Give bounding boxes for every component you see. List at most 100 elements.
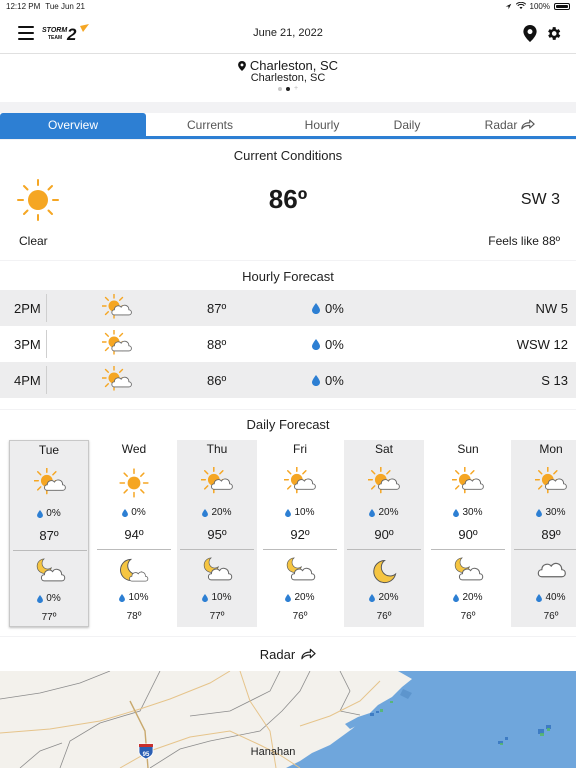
night-precip-value: 10% [128,592,149,603]
radar-label: Radar [259,646,296,662]
rain-drop-icon [202,508,209,517]
daily-day-column[interactable]: Wed 0% 94º 10% 78º [94,440,174,627]
hourly-precip-value: 0% [325,301,344,316]
night-precip-value: 20% [462,592,483,603]
interstate-number: 95 [143,752,150,758]
day-precip-value: 30% [462,507,483,518]
share-arrow-icon [301,648,316,660]
day-precip: 30% [511,507,576,518]
hourly-forecast-title: Hourly Forecast [242,269,334,284]
hourly-time: 3PM [14,337,41,352]
partly-cloudy-icon [33,467,66,503]
battery-icon [554,2,570,10]
day-precip: 10% [260,507,340,518]
hourly-precip-value: 0% [325,337,344,352]
partly-cloudy-icon [101,293,132,327]
day-precip: 0% [10,508,88,519]
sun-icon [118,467,150,502]
partly-cloudy-icon [283,466,316,502]
rain-drop-icon [37,509,44,518]
day-divider [431,549,505,550]
hourly-precip: 0% [312,373,344,388]
day-high-temp: 95º [207,527,227,542]
row-divider [46,366,47,394]
location-secondary-name: Charleston, SC [250,72,326,84]
partly-cloudy-icon [451,466,484,502]
hourly-forecast-panel[interactable]: Hourly Forecast 2PM 87º 0% NW 5 3PM 88º 0% WSW … [0,261,576,409]
day-precip-value: 10% [294,507,315,518]
row-divider [46,330,47,358]
tab-radar[interactable]: Radar [444,113,576,136]
partly-cloudy-icon [200,466,233,502]
hourly-time: 4PM [14,373,41,388]
daily-day-column[interactable]: Sat 20% 90º 20% 76º [344,440,424,627]
day-name: Sat [374,442,393,456]
night-precip-value: 0% [46,593,61,604]
location-primary-name: Charleston, SC [249,58,339,73]
hourly-wind: WSW 12 [516,337,568,352]
day-divider [97,549,171,550]
partly-cloudy-icon [534,466,567,502]
daily-day-column[interactable]: Thu 20% 95º 10% 77º [177,440,257,627]
rain-drop-icon [202,593,209,602]
night-precip: 10% [177,592,257,603]
day-low-temp: 76º [292,611,308,622]
status-day: Tue Jun 21 [45,1,85,11]
hourly-row[interactable]: 4PM 86º 0% S 13 [0,362,576,398]
day-low-temp: 76º [376,611,392,622]
add-location-icon[interactable]: + [294,85,298,92]
day-name: Sun [457,442,479,456]
day-name: Wed [121,442,147,456]
day-high-temp: 87º [39,528,59,543]
hourly-time: 2PM [14,301,41,316]
tab-bar: Overview Currents Hourly Daily Radar [0,113,576,139]
feels-like-text: Feels like 88º [488,234,560,248]
hourly-precip: 0% [312,337,344,352]
day-name: Tue [38,443,60,457]
location-pin-icon[interactable] [523,25,537,42]
daily-day-column[interactable]: Sun 30% 90º 20% 76º [428,440,508,627]
day-divider [180,549,254,550]
night-precip: 20% [428,592,508,603]
tab-label: Currents [186,117,233,132]
row-divider [46,294,47,322]
current-conditions-title: Current Conditions [233,148,343,163]
partly-cloudy-night-icon [201,555,233,590]
day-divider [514,549,576,550]
page-indicator[interactable]: + [0,85,576,92]
day-precip: 0% [94,507,174,518]
settings-gear-icon[interactable] [545,25,562,42]
day-divider [263,549,337,550]
day-precip: 20% [344,507,424,518]
night-precip: 20% [260,592,340,603]
partly-cloudy-icon [101,329,132,363]
tab-overview[interactable]: Overview [0,113,146,136]
day-precip-value: 0% [46,508,61,519]
location-selector[interactable]: Charleston, SC Charleston, SC + [0,54,576,102]
location-primary: Charleston, SC [0,58,576,73]
hourly-row[interactable]: 3PM 88º 0% WSW 12 [0,326,576,362]
current-condition-text: Clear [19,234,48,248]
day-precip-value: 20% [378,507,399,518]
radar-header[interactable]: Radar [0,637,576,671]
wifi-icon [515,2,526,9]
daily-day-column[interactable]: Tue 0% 87º 0% 77º [9,440,89,627]
tab-daily[interactable]: Daily [370,113,444,136]
tab-currents[interactable]: Currents [146,113,274,136]
radar-map[interactable]: 95 Hanahan [0,671,576,768]
daily-day-column[interactable]: Fri 10% 92º 20% 76º [260,440,340,627]
current-wind: SW 3 [520,191,560,208]
daily-day-column[interactable]: Mon 30% 89º 40% 76º [511,440,576,627]
day-precip-value: 0% [131,507,146,518]
night-precip-value: 40% [545,592,566,603]
daily-forecast-panel[interactable]: Daily Forecast Tue 0% 87º 0% 77º Wed 0% 94º 10% 7… [0,410,576,636]
page-dot[interactable] [277,87,282,91]
page-dot-active[interactable] [285,87,290,91]
day-precip-value: 30% [545,507,566,518]
hourly-temp: 86º [207,373,227,388]
hourly-row[interactable]: 2PM 87º 0% NW 5 [0,290,576,326]
rain-drop-icon [312,375,320,386]
header-date: June 21, 2022 [253,27,323,39]
day-name: Thu [206,442,228,456]
tab-hourly[interactable]: Hourly [274,113,370,136]
